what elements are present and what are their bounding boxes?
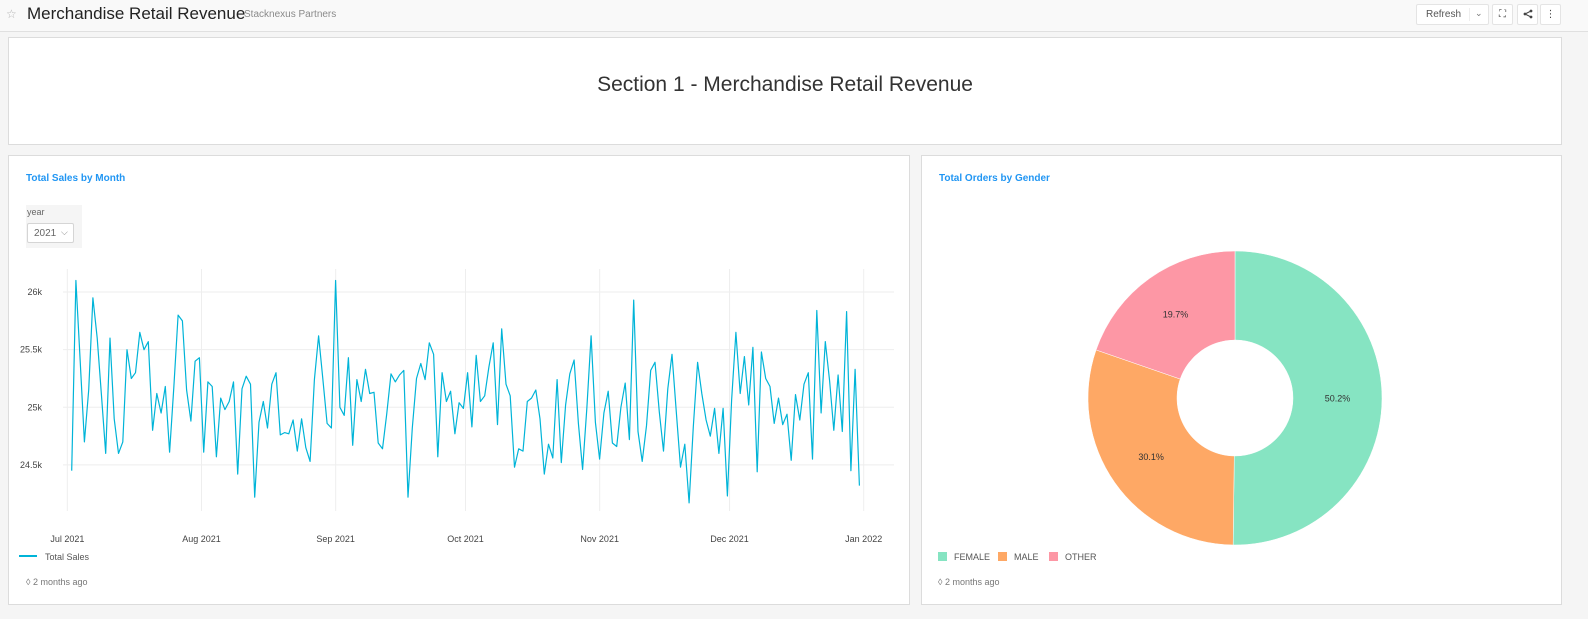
orders-by-gender-panel: Total Orders by Gender 50.2% 30.1% 19.7% F… xyxy=(921,155,1562,605)
x-tick-label: Aug 2021 xyxy=(182,534,221,544)
chevron-down-icon[interactable]: ⌄ xyxy=(1475,8,1483,19)
legend-swatch-male xyxy=(998,552,1007,561)
dashboard-header: ☆ Merchandise Retail Revenue Stacknexus … xyxy=(0,0,1588,32)
gender-donut-chart: 50.2% 30.1% 19.7% xyxy=(1087,250,1383,546)
share-icon[interactable] xyxy=(1517,4,1538,25)
refresh-small-icon[interactable]: ◊ xyxy=(938,577,942,587)
legend-item-female[interactable]: FEMALE xyxy=(938,552,990,562)
legend-label-other: OTHER xyxy=(1065,552,1097,562)
donut-label-female: 50.2% xyxy=(1325,394,1351,404)
x-tick-label: Jul 2021 xyxy=(50,534,84,544)
x-tick-label: Sep 2021 xyxy=(316,534,355,544)
donut-slice-female xyxy=(1232,250,1383,546)
refresh-label: Refresh xyxy=(1426,9,1462,20)
y-tick-label: 26k xyxy=(27,287,42,297)
section-title: Section 1 - Merchandise Retail Revenue xyxy=(597,73,973,96)
legend-item-male[interactable]: MALE xyxy=(998,552,1039,562)
legend-swatch-other xyxy=(1049,552,1058,561)
legend-label-male: MALE xyxy=(1014,552,1039,562)
refresh-button[interactable]: Refresh ⌄ xyxy=(1416,4,1489,25)
x-tick-label: Dec 2021 xyxy=(710,534,749,544)
fullscreen-icon[interactable]: ⛶ xyxy=(1492,4,1513,25)
sales-updated-text: 2 months ago xyxy=(32,577,88,587)
legend-swatch-total-sales xyxy=(19,555,37,557)
y-tick-label: 25k xyxy=(27,402,42,412)
y-tick-label: 24.5k xyxy=(20,460,43,470)
donut-label-other: 19.7% xyxy=(1163,310,1189,320)
legend-item-other[interactable]: OTHER xyxy=(1049,552,1097,562)
legend-swatch-female xyxy=(938,552,947,561)
y-tick-label: 25.5k xyxy=(20,345,43,355)
share-icon-glyph xyxy=(1523,9,1532,19)
dashboard-owner: Stacknexus Partners xyxy=(244,9,337,20)
refresh-small-icon[interactable]: ◊ xyxy=(26,577,30,587)
gender-updated: ◊ 2 months ago xyxy=(938,577,1000,587)
star-icon[interactable]: ☆ xyxy=(6,7,17,21)
gender-updated-text: 2 months ago xyxy=(944,577,1000,587)
section-panel: Section 1 - Merchandise Retail Revenue xyxy=(8,37,1562,145)
legend-label-female: FEMALE xyxy=(954,552,991,562)
x-tick-label: Oct 2021 xyxy=(447,534,484,544)
donut-slice-male xyxy=(1087,349,1235,546)
refresh-divider xyxy=(1469,8,1470,21)
x-tick-label: Nov 2021 xyxy=(580,534,619,544)
sales-by-month-panel: Total Sales by Month year 2021 ⌵ Jul 202… xyxy=(8,155,910,605)
more-icon[interactable]: ⋮ xyxy=(1540,4,1561,25)
sales-updated: ◊ 2 months ago xyxy=(26,577,88,587)
dashboard-title: Merchandise Retail Revenue xyxy=(27,4,246,23)
sales-line-chart: Jul 2021 Aug 2021 Sep 2021 Oct 2021 Nov 2021… xyxy=(20,269,894,544)
x-tick-label: Jan 2022 xyxy=(845,534,882,544)
legend-label-total-sales[interactable]: Total Sales xyxy=(45,552,89,562)
donut-label-male: 30.1% xyxy=(1138,452,1164,462)
